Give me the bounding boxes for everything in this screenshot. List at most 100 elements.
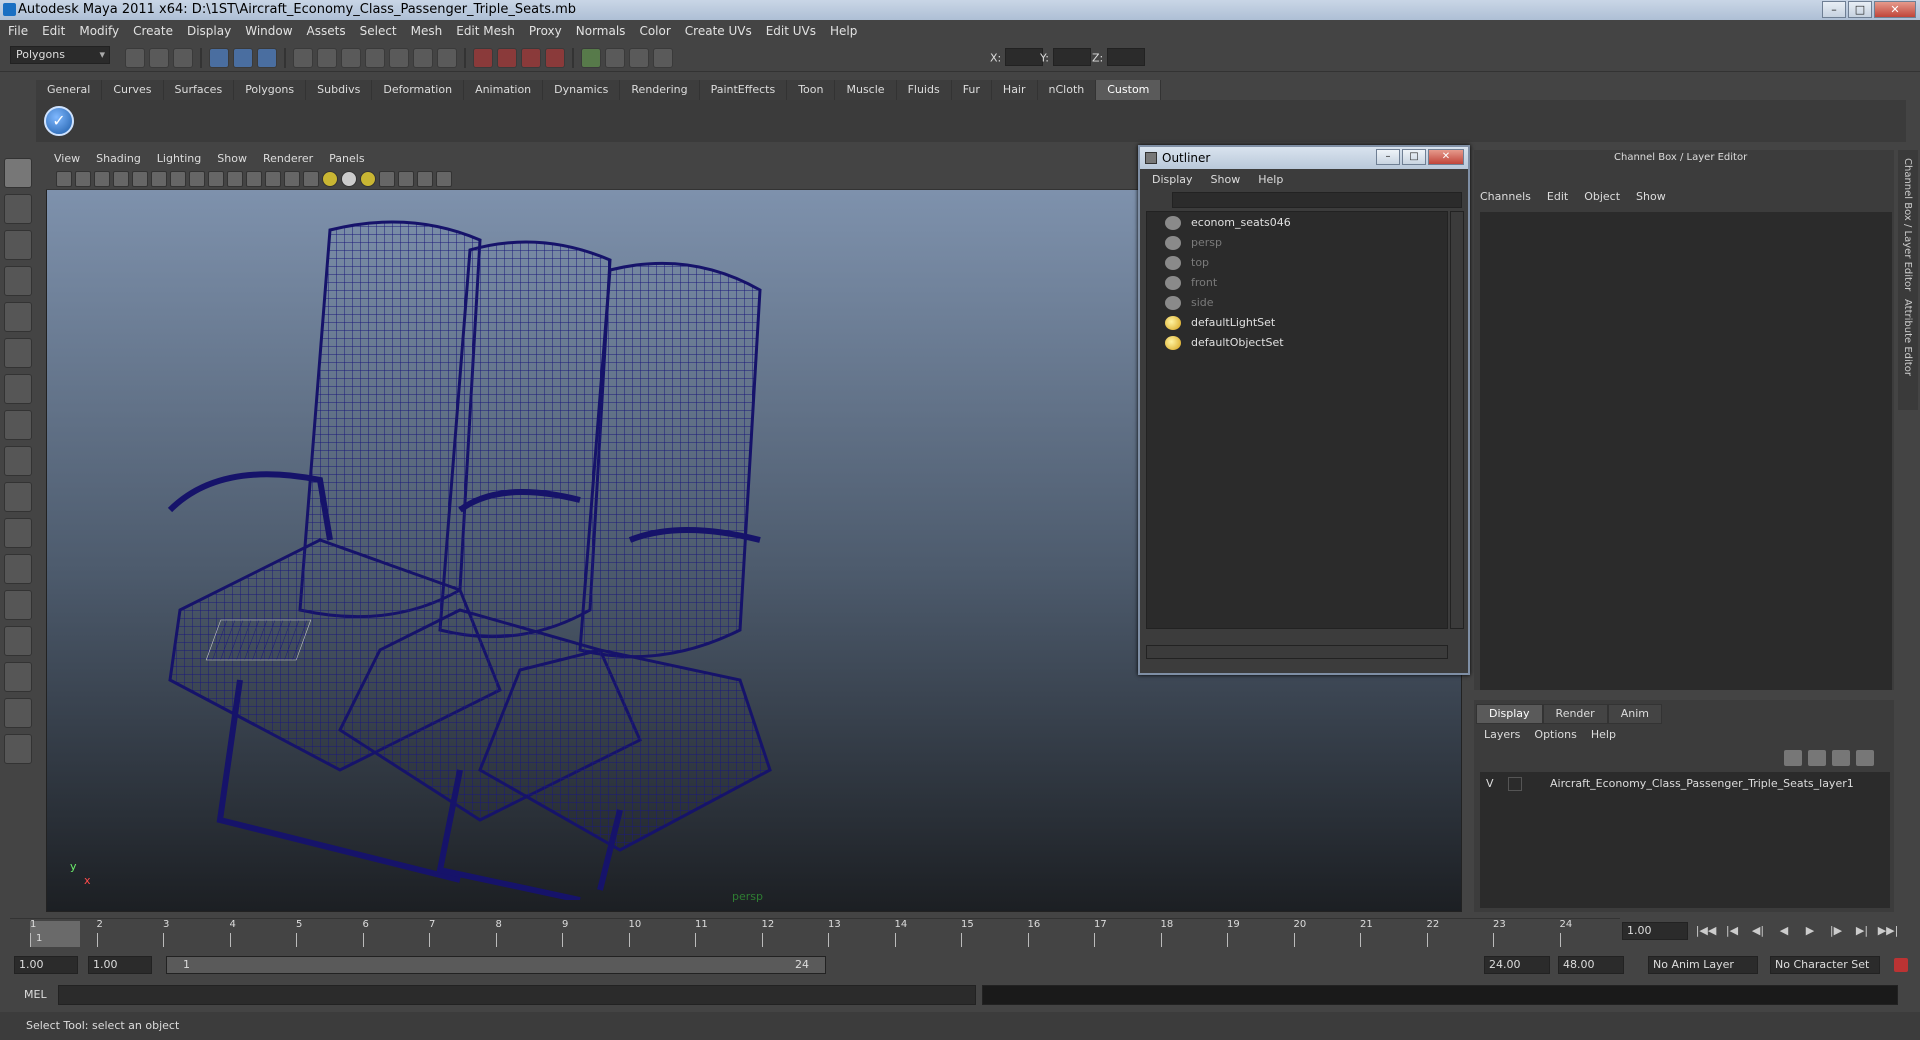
viewport-menu-show[interactable]: Show — [217, 150, 247, 168]
channel-box-area[interactable] — [1480, 212, 1892, 690]
layer-menu-layers[interactable]: Layers — [1484, 728, 1520, 741]
hud-icon[interactable] — [436, 170, 452, 187]
show-channel-box-icon[interactable] — [605, 48, 625, 68]
outliner-item[interactable]: persp — [1165, 234, 1222, 252]
select-component-icon[interactable] — [257, 48, 277, 68]
shelf-tab-toon[interactable]: Toon — [787, 80, 836, 100]
shelf-tab-muscle[interactable]: Muscle — [835, 80, 897, 100]
outliner-item[interactable]: top — [1165, 254, 1209, 272]
shelf-tab-custom[interactable]: Custom — [1096, 80, 1162, 100]
layer-visibility-toggle[interactable]: V — [1486, 774, 1494, 794]
shelf-tab-curves[interactable]: Curves — [102, 80, 164, 100]
channel-box-menu-show[interactable]: Show — [1636, 190, 1666, 203]
camera-attributes-icon[interactable] — [56, 170, 72, 187]
shadows-icon[interactable] — [360, 170, 376, 187]
shelf-tab-hair[interactable]: Hair — [991, 80, 1038, 100]
shelf-tab-fluids[interactable]: Fluids — [896, 80, 952, 100]
menu-set-dropdown[interactable]: Polygons — [10, 46, 110, 64]
paint-select-icon[interactable] — [4, 230, 32, 260]
shelf-tab-rendering[interactable]: Rendering — [620, 80, 700, 100]
rotate-tool-icon[interactable] — [4, 302, 32, 332]
snap-grid-icon[interactable] — [293, 48, 313, 68]
viewport-menu-lighting[interactable]: Lighting — [157, 150, 201, 168]
safe-action-icon[interactable] — [208, 170, 224, 187]
current-frame-field[interactable]: 1.00 — [1622, 922, 1688, 940]
menu-edit-uvs[interactable]: Edit UVs — [766, 24, 816, 38]
step-back-key-icon[interactable]: |◀ — [1721, 922, 1743, 940]
playback-start-field[interactable]: 1.00 — [88, 956, 152, 974]
new-empty-layer-icon[interactable] — [1832, 750, 1850, 766]
channel-box-side-tab[interactable]: Channel Box / Layer Editor — [1902, 158, 1913, 291]
select-hierarchy-icon[interactable] — [209, 48, 229, 68]
render-settings-icon[interactable] — [521, 48, 541, 68]
shelf-tab-fur[interactable]: Fur — [951, 80, 992, 100]
manipulator-tool-icon[interactable] — [4, 374, 32, 404]
ipr-render-icon[interactable] — [497, 48, 517, 68]
shelf-tab-animation[interactable]: Animation — [464, 80, 544, 100]
play-forwards-icon[interactable]: ▶ — [1799, 922, 1821, 940]
layer-tab-display[interactable]: Display — [1476, 704, 1543, 724]
outliner-horizontal-scrollbar[interactable] — [1146, 645, 1448, 659]
wireframe-on-shaded-icon[interactable] — [284, 170, 300, 187]
layer-name[interactable]: Aircraft_Economy_Class_Passenger_Triple_… — [1550, 774, 1854, 794]
save-scene-icon[interactable] — [173, 48, 193, 68]
outliner-menu-show[interactable]: Show — [1211, 171, 1241, 189]
outliner-filter-input[interactable] — [1172, 192, 1462, 208]
play-backwards-icon[interactable]: ◀ — [1773, 922, 1795, 940]
animation-start-field[interactable]: 1.00 — [14, 956, 78, 974]
layer-row[interactable]: V Aircraft_Economy_Class_Passenger_Tripl… — [1480, 774, 1884, 794]
show-manip-icon[interactable] — [4, 446, 32, 476]
move-layer-up-icon[interactable] — [1784, 750, 1802, 766]
y-input[interactable] — [1052, 48, 1091, 66]
safe-title-icon[interactable] — [227, 170, 243, 187]
outliner-close-button[interactable]: ✕ — [1428, 149, 1464, 165]
outliner-minimize-button[interactable]: – — [1376, 149, 1400, 165]
go-to-end-icon[interactable]: ▶▶| — [1877, 922, 1899, 940]
input-line-icon[interactable] — [581, 48, 601, 68]
isolate-select-icon[interactable] — [379, 170, 395, 187]
menu-edit-mesh[interactable]: Edit Mesh — [456, 24, 515, 38]
menu-mesh[interactable]: Mesh — [411, 24, 443, 38]
mel-command-input[interactable] — [58, 985, 976, 1005]
layer-tab-render[interactable]: Render — [1542, 704, 1608, 724]
soft-mod-icon[interactable] — [4, 410, 32, 440]
shelf-tab-dynamics[interactable]: Dynamics — [543, 80, 621, 100]
history-icon[interactable] — [413, 48, 433, 68]
shelf-tab-subdivs[interactable]: Subdivs — [306, 80, 373, 100]
outliner-item[interactable]: defaultObjectSet — [1165, 334, 1284, 352]
maximize-button[interactable]: □ — [1848, 1, 1872, 18]
outliner-menu-display[interactable]: Display — [1152, 171, 1193, 189]
animation-end-field[interactable]: 48.00 — [1558, 956, 1624, 974]
field-chart-icon[interactable] — [189, 170, 205, 187]
hypershade-layout-icon[interactable] — [4, 662, 32, 692]
textured-icon[interactable] — [303, 170, 319, 187]
viewport-menu-panels[interactable]: Panels — [329, 150, 364, 168]
time-slider[interactable]: 1 1 2 3 4 5 6 7 8 9 10 11 12 13 14 15 16 17 18 19 20 21 22 23 2… — [10, 918, 1620, 950]
x-input[interactable] — [1005, 48, 1044, 66]
minimize-button[interactable]: – — [1822, 1, 1846, 18]
viewport-menu-shading[interactable]: Shading — [96, 150, 141, 168]
snap-curve-icon[interactable] — [317, 48, 337, 68]
lasso-tool-icon[interactable] — [4, 194, 32, 224]
resolution-gate-icon[interactable] — [151, 170, 167, 187]
menu-create-uvs[interactable]: Create UVs — [685, 24, 752, 38]
outliner-vertical-scrollbar[interactable] — [1450, 211, 1464, 629]
new-scene-icon[interactable] — [125, 48, 145, 68]
anim-layer-dropdown[interactable]: No Anim Layer — [1648, 956, 1758, 974]
show-tool-settings-icon[interactable] — [653, 48, 673, 68]
all-lights-icon[interactable] — [341, 170, 357, 187]
bookmark-icon[interactable] — [75, 170, 91, 187]
hypershade-icon[interactable] — [545, 48, 565, 68]
grid-toggle-icon[interactable] — [113, 170, 129, 187]
layer-menu-help[interactable]: Help — [1591, 728, 1616, 741]
snap-live-icon[interactable] — [389, 48, 409, 68]
new-layer-selected-icon[interactable] — [1856, 750, 1874, 766]
outliner-menu-help[interactable]: Help — [1258, 171, 1283, 189]
menu-modify[interactable]: Modify — [79, 24, 119, 38]
menu-file[interactable]: File — [8, 24, 28, 38]
render-frame-icon[interactable] — [473, 48, 493, 68]
shelf-tab-deformation[interactable]: Deformation — [372, 80, 465, 100]
mel-label[interactable]: MEL — [24, 988, 47, 1001]
wireframe-shading-icon[interactable] — [246, 170, 262, 187]
auto-key-icon[interactable] — [1894, 958, 1908, 972]
